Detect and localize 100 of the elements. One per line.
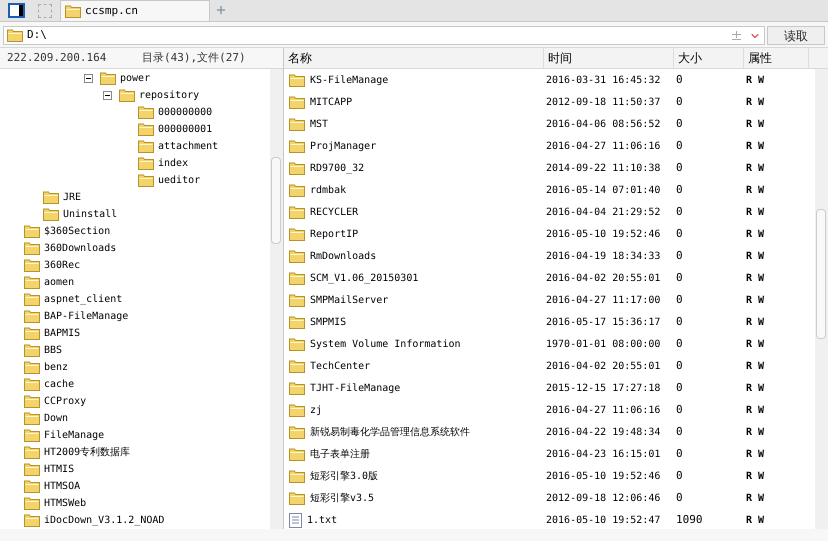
folder-icon — [289, 294, 305, 306]
file-name[interactable]: RD9700_32 — [310, 160, 364, 176]
tree-item[interactable]: ueditor — [158, 173, 200, 188]
tree-item[interactable]: BBS — [44, 343, 62, 358]
file-name[interactable]: SMPMIS — [310, 314, 346, 330]
column-header[interactable]: 属性 — [744, 48, 809, 68]
file-name[interactable]: rdmbak — [310, 182, 346, 198]
tree-item[interactable]: power — [120, 71, 150, 86]
file-size: 0 — [675, 94, 684, 110]
tree-item[interactable]: Down — [44, 411, 68, 426]
folder-icon — [289, 96, 305, 108]
tree-item[interactable]: HTMSOA — [44, 479, 80, 494]
tree-item[interactable]: JRE — [63, 190, 82, 205]
tree-item[interactable]: 360Rec — [44, 258, 80, 273]
file-name[interactable]: TechCenter — [310, 358, 370, 374]
file-attributes: R W — [745, 184, 766, 198]
folder-icon — [24, 361, 40, 374]
folder-icon — [138, 174, 154, 187]
file-name[interactable]: TJHT-FileManage — [310, 380, 400, 396]
tree-item[interactable]: HTMIS — [44, 462, 74, 477]
modified-time: 2016-04-19 18:34:33 — [545, 250, 662, 264]
tree-item[interactable]: benz — [44, 360, 68, 375]
layout-icon[interactable] — [38, 4, 52, 18]
tree-item[interactable]: $360Section — [44, 224, 110, 239]
tree-item[interactable]: CCProxy — [44, 394, 86, 409]
file-name[interactable]: MST — [310, 116, 328, 132]
file-name[interactable]: RmDownloads — [310, 248, 376, 264]
file-name[interactable]: ReportIP — [310, 226, 358, 242]
file-size: 0 — [675, 116, 684, 132]
tree-item[interactable]: FileManage — [44, 428, 104, 443]
tree-item[interactable]: Uninstall — [63, 207, 118, 222]
tree-item[interactable]: BAP-FileManage — [44, 309, 128, 324]
scrollbar[interactable] — [270, 69, 283, 529]
folder-icon — [24, 276, 40, 289]
file-attributes: R W — [745, 492, 766, 506]
file-name[interactable]: KS-FileManage — [310, 72, 388, 88]
folder-icon — [289, 272, 305, 284]
tree-item[interactable]: HT2009专利数据库 — [44, 445, 130, 460]
tree-item[interactable]: BAPMIS — [44, 326, 80, 341]
file-attributes: R W — [745, 338, 766, 352]
file-size: 0 — [675, 446, 684, 462]
tree-item[interactable]: aspnet_client — [44, 292, 122, 307]
file-name[interactable]: 1.txt — [307, 512, 338, 528]
file-name[interactable]: SCM_V1.06_20150301 — [310, 270, 418, 286]
collapse-toggle[interactable] — [103, 91, 112, 100]
tree-item[interactable]: 000000000 — [158, 105, 212, 120]
file-name[interactable]: System Volume Information — [310, 336, 461, 352]
tree-item[interactable]: repository — [139, 88, 200, 103]
file-attributes: R W — [745, 426, 766, 440]
folder-icon — [289, 448, 305, 460]
folder-icon — [100, 72, 116, 85]
column-header[interactable]: 名称 — [284, 48, 544, 68]
scrollbar[interactable] — [815, 69, 828, 529]
tree-item[interactable]: 360Downloads — [44, 241, 116, 256]
folder-icon — [24, 327, 40, 340]
file-name[interactable]: zj — [310, 402, 322, 418]
folder-icon — [24, 293, 40, 306]
tree-item[interactable]: HTMSWeb — [44, 496, 86, 511]
new-tab-icon[interactable] — [215, 4, 227, 16]
folder-icon — [289, 228, 305, 240]
file-attributes: R W — [745, 206, 766, 220]
folder-icon — [24, 463, 40, 476]
host-address: 222.209.200.164 — [7, 50, 108, 66]
tree-item[interactable]: iDocDown_V3.1.2_NOAD — [44, 513, 164, 528]
column-header[interactable]: 时间 — [544, 48, 674, 68]
modified-time: 2016-04-27 11:06:16 — [545, 404, 662, 418]
modified-time: 2016-04-06 08:56:52 — [545, 118, 662, 132]
collapse-toggle[interactable] — [84, 74, 93, 83]
column-header[interactable]: 大小 — [674, 48, 744, 68]
file-size: 0 — [675, 138, 684, 154]
folder-icon — [289, 382, 305, 394]
tree-item[interactable]: aomen — [44, 275, 74, 290]
file-size: 0 — [675, 402, 684, 418]
file-name[interactable]: ProjManager — [310, 138, 376, 154]
read-button[interactable]: 读取 — [767, 26, 825, 45]
file-size: 0 — [675, 204, 684, 220]
file-size: 0 — [675, 490, 684, 506]
file-attributes: R W — [745, 360, 766, 374]
tree-item[interactable]: index — [158, 156, 188, 171]
plus-minus-icon[interactable] — [732, 31, 741, 40]
panel-toggle-icon[interactable] — [8, 3, 25, 18]
file-name[interactable]: 电子表单注册 — [310, 446, 370, 462]
tab[interactable]: ccsmp.cn — [60, 0, 210, 21]
folder-icon — [24, 480, 40, 493]
modified-time: 2016-05-17 15:36:17 — [545, 316, 662, 330]
file-size: 0 — [675, 270, 684, 286]
tree-item[interactable]: 000000001 — [158, 122, 212, 137]
file-attributes: R W — [745, 514, 766, 528]
folder-icon — [65, 4, 81, 18]
folder-icon — [138, 140, 154, 153]
file-name[interactable]: MITCAPP — [310, 94, 352, 110]
file-name[interactable]: 短彩引擎3.0版 — [310, 468, 378, 484]
file-name[interactable]: 短彩引擎v3.5 — [310, 490, 374, 506]
tree-item[interactable]: cache — [44, 377, 74, 392]
tree-item[interactable]: attachment — [158, 139, 218, 154]
file-size: 0 — [675, 182, 684, 198]
path-field[interactable]: D:\ — [3, 26, 765, 45]
file-name[interactable]: 新锐易制毒化学品管理信息系统软件 — [310, 424, 470, 440]
file-name[interactable]: RECYCLER — [310, 204, 358, 220]
file-name[interactable]: SMPMailServer — [310, 292, 388, 308]
